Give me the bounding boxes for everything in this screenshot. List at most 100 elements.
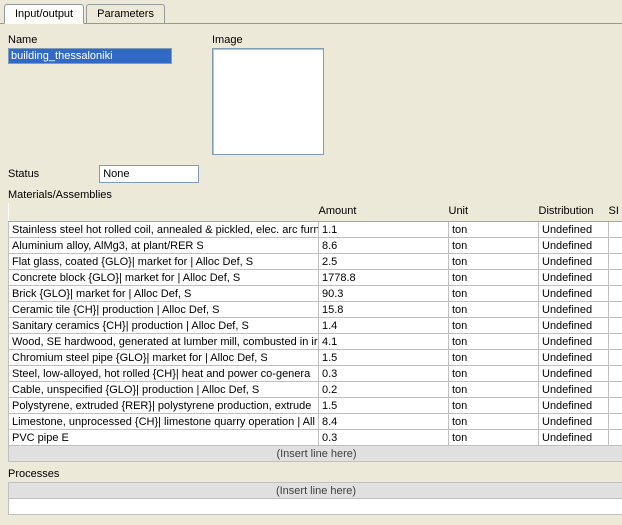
cell-dist[interactable]: Undefined (539, 222, 609, 238)
cell-empty[interactable] (609, 430, 622, 446)
cell-empty[interactable] (609, 414, 622, 430)
col-amount[interactable]: Amount (319, 203, 449, 222)
table-row[interactable]: Brick {GLO}| market for | Alloc Def, S90… (9, 286, 622, 302)
cell-dist[interactable]: Undefined (539, 286, 609, 302)
cell-empty[interactable] (609, 254, 622, 270)
cell-mat[interactable]: Chromium steel pipe {GLO}| market for | … (9, 350, 319, 366)
cell-dist[interactable]: Undefined (539, 350, 609, 366)
table-row[interactable]: Aluminium alloy, AlMg3, at plant/RER S8.… (9, 238, 622, 254)
cell-unit[interactable]: ton (449, 382, 539, 398)
cell-dist[interactable]: Undefined (539, 302, 609, 318)
cell-empty[interactable] (609, 366, 622, 382)
cell-mat[interactable]: Sanitary ceramics {CH}| production | All… (9, 318, 319, 334)
cell-amt[interactable]: 1778.8 (319, 270, 449, 286)
cell-empty[interactable] (609, 222, 622, 238)
cell-empty[interactable] (609, 302, 622, 318)
processes-blank-row[interactable] (9, 499, 622, 515)
cell-mat[interactable]: Polystyrene, extruded {RER}| polystyrene… (9, 398, 319, 414)
cell-unit[interactable]: ton (449, 302, 539, 318)
cell-amt[interactable]: 1.5 (319, 350, 449, 366)
cell-dist[interactable]: Undefined (539, 254, 609, 270)
cell-amt[interactable]: 15.8 (319, 302, 449, 318)
processes-insert-row[interactable]: (Insert line here) (9, 483, 622, 499)
cell-unit[interactable]: ton (449, 398, 539, 414)
cell-amt[interactable]: 4.1 (319, 334, 449, 350)
table-row[interactable]: Sanitary ceramics {CH}| production | All… (9, 318, 622, 334)
cell-dist[interactable]: Undefined (539, 398, 609, 414)
col-material[interactable] (9, 203, 319, 222)
cell-dist[interactable]: Undefined (539, 318, 609, 334)
table-row[interactable]: Polystyrene, extruded {RER}| polystyrene… (9, 398, 622, 414)
cell-mat[interactable]: Wood, SE hardwood, generated at lumber m… (9, 334, 319, 350)
cell-amt[interactable]: 0.2 (319, 382, 449, 398)
cell-empty[interactable] (609, 382, 622, 398)
cell-mat[interactable]: Limestone, unprocessed {CH}| limestone q… (9, 414, 319, 430)
cell-unit[interactable]: ton (449, 350, 539, 366)
cell-dist[interactable]: Undefined (539, 382, 609, 398)
cell-amt[interactable]: 8.6 (319, 238, 449, 254)
image-box[interactable] (212, 48, 324, 155)
table-row[interactable]: Stainless steel hot rolled coil, anneale… (9, 222, 622, 238)
cell-empty[interactable] (609, 286, 622, 302)
cell-mat[interactable]: Cable, unspecified {GLO}| production | A… (9, 382, 319, 398)
cell-amt[interactable]: 0.3 (319, 430, 449, 446)
table-row[interactable]: Flat glass, coated {GLO}| market for | A… (9, 254, 622, 270)
cell-mat[interactable]: Steel, low-alloyed, hot rolled {CH}| hea… (9, 366, 319, 382)
table-row[interactable]: Limestone, unprocessed {CH}| limestone q… (9, 414, 622, 430)
cell-unit[interactable]: ton (449, 238, 539, 254)
tab-parameters[interactable]: Parameters (86, 4, 165, 23)
cell-empty[interactable] (609, 318, 622, 334)
col-distribution[interactable]: Distribution (539, 203, 609, 222)
table-row[interactable]: Cable, unspecified {GLO}| production | A… (9, 382, 622, 398)
cell-unit[interactable]: ton (449, 286, 539, 302)
processes-label: Processes (8, 468, 614, 480)
cell-mat[interactable]: Concrete block {GLO}| market for | Alloc… (9, 270, 319, 286)
cell-unit[interactable]: ton (449, 270, 539, 286)
table-row[interactable]: Ceramic tile {CH}| production | Alloc De… (9, 302, 622, 318)
table-row[interactable]: PVC pipe E0.3tonUndefined (9, 430, 622, 446)
cell-amt[interactable]: 1.4 (319, 318, 449, 334)
cell-mat[interactable]: PVC pipe E (9, 430, 319, 446)
cell-mat[interactable]: Aluminium alloy, AlMg3, at plant/RER S (9, 238, 319, 254)
cell-amt[interactable]: 8.4 (319, 414, 449, 430)
table-row[interactable]: Steel, low-alloyed, hot rolled {CH}| hea… (9, 366, 622, 382)
name-input[interactable] (8, 48, 172, 64)
cell-unit[interactable]: ton (449, 254, 539, 270)
cell-unit[interactable]: ton (449, 334, 539, 350)
cell-empty[interactable] (609, 350, 622, 366)
cell-dist[interactable]: Undefined (539, 414, 609, 430)
cell-amt[interactable]: 1.1 (319, 222, 449, 238)
name-label: Name (8, 34, 172, 46)
cell-unit[interactable]: ton (449, 366, 539, 382)
col-last[interactable]: SI (609, 203, 622, 222)
materials-insert-row[interactable]: (Insert line here) (9, 446, 622, 462)
cell-empty[interactable] (609, 398, 622, 414)
cell-amt[interactable]: 2.5 (319, 254, 449, 270)
table-row[interactable]: Wood, SE hardwood, generated at lumber m… (9, 334, 622, 350)
cell-dist[interactable]: Undefined (539, 270, 609, 286)
cell-unit[interactable]: ton (449, 430, 539, 446)
cell-dist[interactable]: Undefined (539, 238, 609, 254)
cell-amt[interactable]: 0.3 (319, 366, 449, 382)
cell-dist[interactable]: Undefined (539, 430, 609, 446)
cell-amt[interactable]: 90.3 (319, 286, 449, 302)
cell-mat[interactable]: Brick {GLO}| market for | Alloc Def, S (9, 286, 319, 302)
tab-input-output[interactable]: Input/output (4, 4, 84, 24)
cell-dist[interactable]: Undefined (539, 366, 609, 382)
cell-mat[interactable]: Stainless steel hot rolled coil, anneale… (9, 222, 319, 238)
table-row[interactable]: Concrete block {GLO}| market for | Alloc… (9, 270, 622, 286)
cell-unit[interactable]: ton (449, 414, 539, 430)
cell-dist[interactable]: Undefined (539, 334, 609, 350)
materials-table: Amount Unit Distribution SI Stainless st… (8, 203, 622, 462)
cell-empty[interactable] (609, 238, 622, 254)
cell-mat[interactable]: Flat glass, coated {GLO}| market for | A… (9, 254, 319, 270)
cell-empty[interactable] (609, 270, 622, 286)
col-unit[interactable]: Unit (449, 203, 539, 222)
cell-amt[interactable]: 1.5 (319, 398, 449, 414)
table-row[interactable]: Chromium steel pipe {GLO}| market for | … (9, 350, 622, 366)
status-input[interactable] (99, 165, 199, 183)
cell-mat[interactable]: Ceramic tile {CH}| production | Alloc De… (9, 302, 319, 318)
cell-unit[interactable]: ton (449, 222, 539, 238)
cell-empty[interactable] (609, 334, 622, 350)
cell-unit[interactable]: ton (449, 318, 539, 334)
